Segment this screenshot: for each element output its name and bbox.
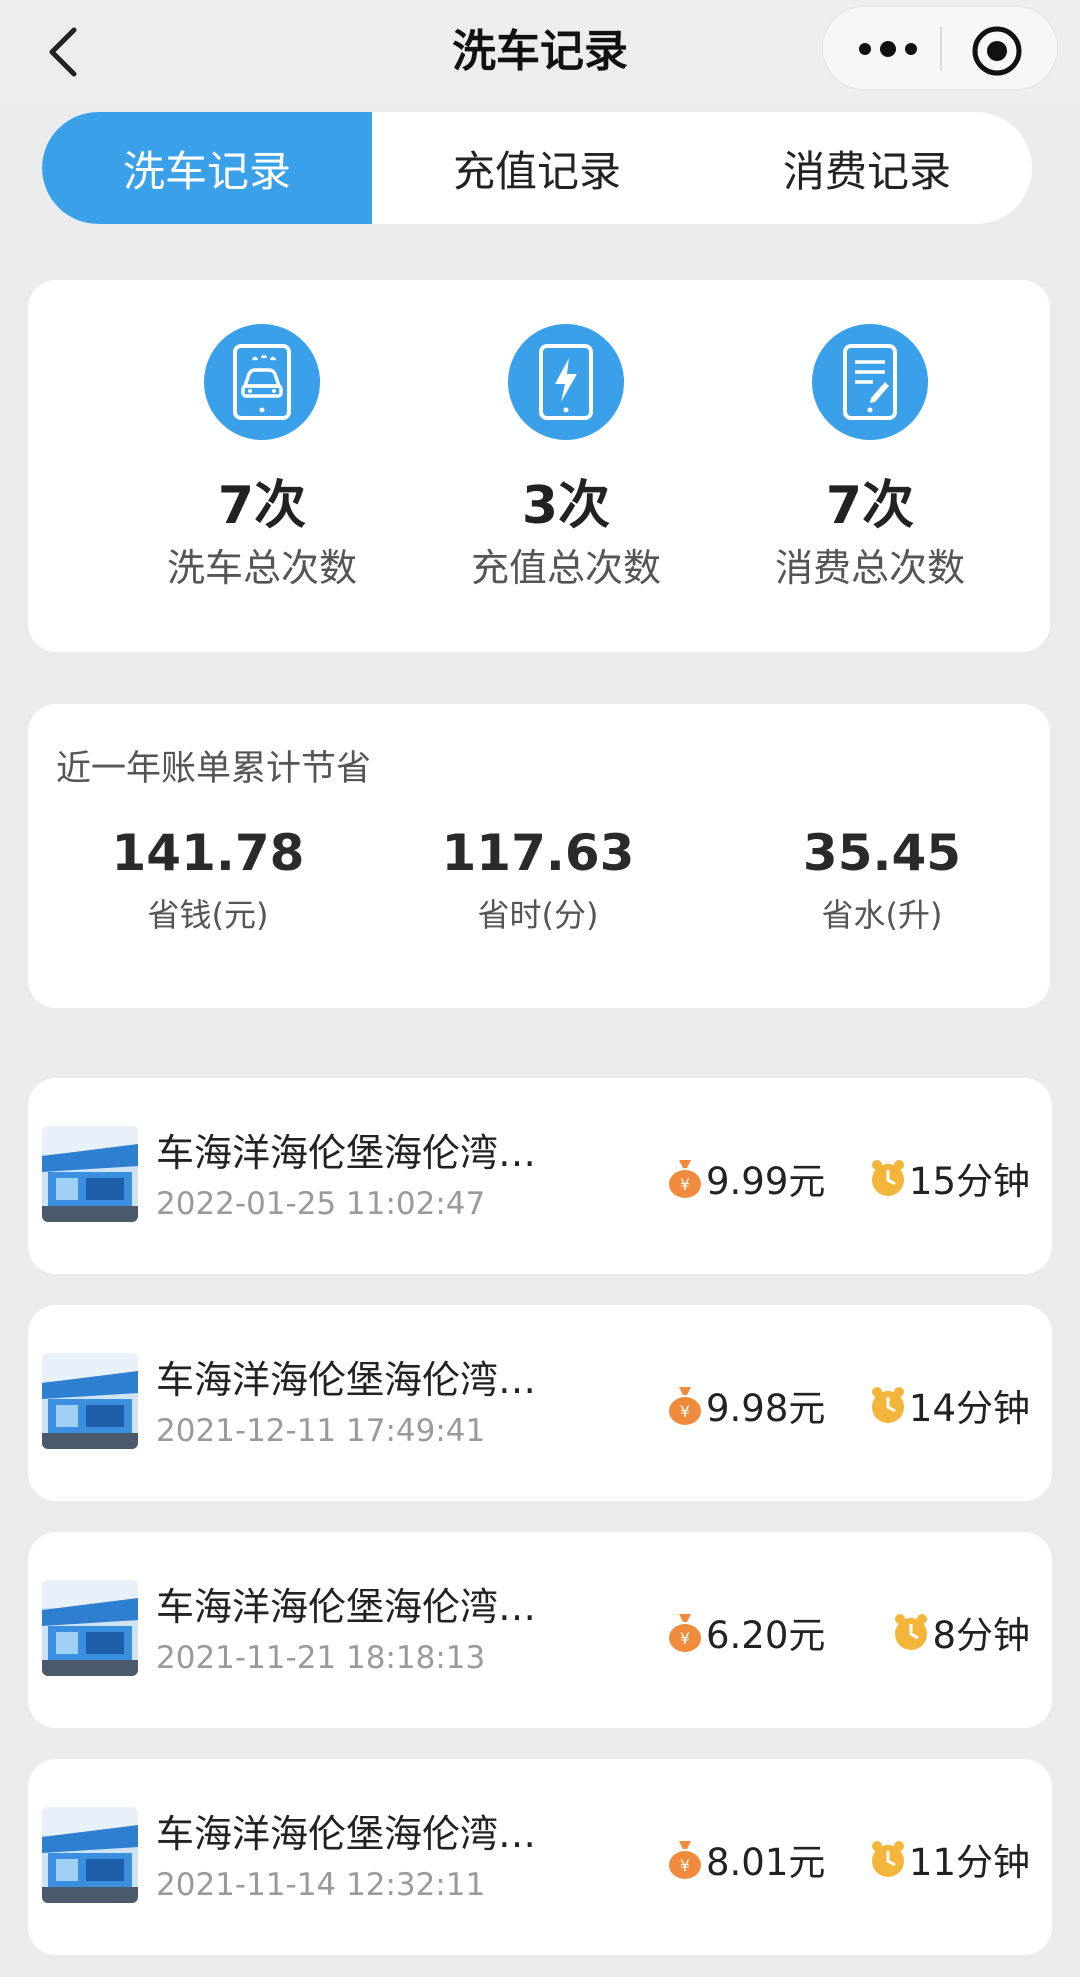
record-item[interactable]: 车海洋海伦堡海伦湾… 2021-11-21 18:18:13 ¥ 6.20元 8… <box>28 1532 1052 1728</box>
svg-text:¥: ¥ <box>680 1856 690 1875</box>
price-text: 8.01元 <box>706 1841 826 1884</box>
tab-wash-records[interactable]: 洗车记录 <box>42 112 372 224</box>
stat-recharge-count: 3次 充值总次数 <box>416 324 716 592</box>
saving-value: 35.45 <box>802 824 962 882</box>
stat-label: 洗车总次数 <box>166 546 357 590</box>
savings-title: 近一年账单累计节省 <box>56 749 372 789</box>
record-time: 2021-11-14 12:32:11 <box>156 1867 486 1903</box>
record-duration: 14分钟 <box>869 1381 1030 1430</box>
saving-label: 省水(升) <box>821 896 943 934</box>
notepad-tablet-icon <box>812 324 928 440</box>
navigation-bar: 洗车记录 <box>0 0 1080 108</box>
record-price: ¥ 9.99元 <box>666 1154 826 1203</box>
record-item[interactable]: 车海洋海伦堡海伦湾… 2021-12-11 17:49:41 ¥ 9.98元 1… <box>28 1305 1052 1501</box>
money-bag-icon: ¥ <box>666 1837 704 1881</box>
target-circle-icon[interactable] <box>969 23 1025 79</box>
car-tablet-icon <box>204 324 320 440</box>
station-thumbnail <box>42 1580 138 1676</box>
saving-label: 省时(分) <box>477 896 599 934</box>
money-bag-icon: ¥ <box>666 1383 704 1427</box>
record-item[interactable]: 车海洋海伦堡海伦湾… 2022-01-25 11:02:47 ¥ 9.99元 1… <box>28 1078 1052 1274</box>
svg-text:¥: ¥ <box>680 1402 690 1421</box>
stats-card: 7次 洗车总次数 3次 充值总次数 7次 消费总次数 <box>28 280 1050 652</box>
stat-label: 充值总次数 <box>470 546 661 590</box>
stat-value: 7次 <box>217 476 307 536</box>
record-item[interactable]: 车海洋海伦堡海伦湾… 2021-11-14 12:32:11 ¥ 8.01元 1… <box>28 1759 1052 1955</box>
saving-label: 省钱(元) <box>147 896 269 934</box>
record-time: 2021-11-21 18:18:13 <box>156 1640 486 1676</box>
duration-text: 14分钟 <box>908 1387 1030 1430</box>
station-name: 车海洋海伦堡海伦湾… <box>156 1585 537 1629</box>
money-bag-icon: ¥ <box>666 1610 704 1654</box>
stat-consumption-count: 7次 消费总次数 <box>720 324 1020 592</box>
tab-recharge-records[interactable]: 充值记录 <box>372 112 702 224</box>
record-time: 2021-12-11 17:49:41 <box>156 1413 486 1449</box>
record-duration: 11分钟 <box>869 1835 1030 1884</box>
tab-consumption-records[interactable]: 消费记录 <box>702 112 1032 224</box>
stat-value: 3次 <box>521 476 611 536</box>
record-price: ¥ 6.20元 <box>666 1608 826 1657</box>
duration-text: 11分钟 <box>908 1841 1030 1884</box>
saving-time: 117.63 省时(分) <box>388 822 688 936</box>
alarm-clock-icon <box>892 1610 930 1654</box>
saving-value: 141.78 <box>111 824 305 882</box>
capsule-divider <box>940 27 942 71</box>
record-tabs: 洗车记录 充值记录 消费记录 <box>42 112 1032 224</box>
station-name: 车海洋海伦堡海伦湾… <box>156 1812 537 1856</box>
alarm-clock-icon <box>869 1383 907 1427</box>
more-dots-icon[interactable] <box>853 29 923 69</box>
svg-text:¥: ¥ <box>680 1629 690 1648</box>
saving-value: 117.63 <box>441 824 635 882</box>
station-name: 车海洋海伦堡海伦湾… <box>156 1131 537 1175</box>
money-bag-icon: ¥ <box>666 1156 704 1200</box>
record-price: ¥ 9.98元 <box>666 1381 826 1430</box>
record-duration: 8分钟 <box>892 1608 1030 1657</box>
price-text: 6.20元 <box>706 1614 826 1657</box>
alarm-clock-icon <box>869 1837 907 1881</box>
record-price: ¥ 8.01元 <box>666 1835 826 1884</box>
alarm-clock-icon <box>869 1156 907 1200</box>
station-thumbnail <box>42 1807 138 1903</box>
record-duration: 15分钟 <box>869 1154 1030 1203</box>
station-thumbnail <box>42 1353 138 1449</box>
savings-card: 近一年账单累计节省 141.78 省钱(元) 117.63 省时(分) 35.4… <box>28 704 1050 1008</box>
price-text: 9.99元 <box>706 1160 826 1203</box>
record-time: 2022-01-25 11:02:47 <box>156 1186 486 1222</box>
saving-money: 141.78 省钱(元) <box>58 822 358 936</box>
duration-text: 8分钟 <box>932 1614 1030 1657</box>
station-thumbnail <box>42 1126 138 1222</box>
charge-tablet-icon <box>508 324 624 440</box>
price-text: 9.98元 <box>706 1387 826 1430</box>
miniprogram-capsule <box>822 6 1058 90</box>
duration-text: 15分钟 <box>908 1160 1030 1203</box>
stat-wash-count: 7次 洗车总次数 <box>112 324 412 592</box>
stat-label: 消费总次数 <box>774 546 965 590</box>
station-name: 车海洋海伦堡海伦湾… <box>156 1358 537 1402</box>
stat-value: 7次 <box>825 476 915 536</box>
saving-water: 35.45 省水(升) <box>732 822 1032 936</box>
svg-text:¥: ¥ <box>680 1175 690 1194</box>
